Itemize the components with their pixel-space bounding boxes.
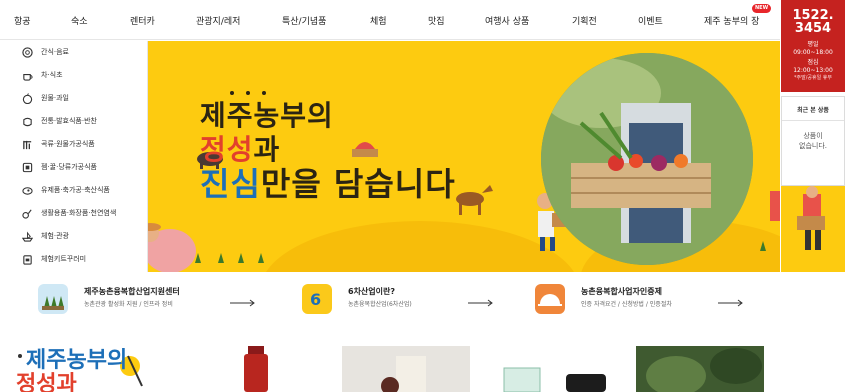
hero-line-3: 진심만을 담습니다 bbox=[200, 167, 456, 201]
category-item-honey[interactable]: 젬·꿀·당류가공식품 bbox=[0, 156, 148, 178]
nav-item-experience[interactable]: 체험 bbox=[370, 14, 387, 27]
product-card-serum[interactable] bbox=[240, 346, 280, 392]
hero-line-3-highlight: 진심 bbox=[200, 165, 261, 203]
nav-item-rentcar[interactable]: 렌터카 bbox=[130, 14, 155, 27]
recently-viewed-title: 최근 본 상품 bbox=[782, 97, 844, 121]
product-card-gift-set[interactable] bbox=[342, 346, 470, 392]
holiday-note: *주말/공휴일 휴무 bbox=[794, 75, 832, 81]
category-item-fruit[interactable]: 원물·과일 bbox=[0, 87, 148, 109]
six-icon: 6 bbox=[302, 284, 332, 314]
category-menu: 간식·음료 차·식초 원물·과일 전통·발효식품·반찬 곡류·원물가공식품 젬·… bbox=[0, 41, 148, 272]
info-title: 6차산업이란? bbox=[348, 287, 396, 296]
category-label: 체험·관광 bbox=[41, 232, 69, 240]
plants-icon bbox=[38, 284, 68, 314]
category-label: 전통·발효식품·반찬 bbox=[41, 117, 97, 125]
promo-line-2: 정성과 bbox=[16, 372, 77, 392]
nav-item-restaurants[interactable]: 맛집 bbox=[428, 14, 445, 27]
category-label: 체험키트꾸러미 bbox=[41, 255, 87, 263]
info-card-6th-industry[interactable]: 6 6차산업이란? 농촌융복합산업(6차산업) bbox=[302, 282, 502, 318]
category-item-dairy[interactable]: 유제품·축가공·축산식품 bbox=[0, 179, 148, 201]
honey-icon bbox=[22, 162, 33, 172]
svg-text:6: 6 bbox=[310, 290, 321, 309]
recently-viewed-panel: 최근 본 상품 상품이 없습니다. bbox=[781, 96, 845, 186]
arrow-right-icon bbox=[230, 299, 255, 307]
hero-photo bbox=[541, 53, 753, 265]
info-card-certification[interactable]: 농촌융복합사업자인증제 인증 자격요건 / 신청방법 / 인증절차 bbox=[535, 282, 765, 318]
info-title: 농촌융복합사업자인증제 bbox=[581, 287, 662, 296]
category-item-experience[interactable]: 체험·관광 bbox=[0, 225, 148, 247]
product-card-supplements[interactable] bbox=[490, 346, 616, 392]
side-banner-illustration bbox=[797, 186, 825, 250]
category-item-fermented[interactable]: 전통·발효식품·반찬 bbox=[0, 110, 148, 132]
grain-icon bbox=[23, 140, 32, 149]
new-badge: NEW bbox=[752, 4, 772, 13]
weekday-label: 평일 bbox=[807, 41, 819, 48]
info-subtitle: 농촌관광 활성화 지원 / 인프라 정비 bbox=[84, 301, 173, 308]
nav-item-souvenirs[interactable]: 특산/기념품 bbox=[282, 14, 326, 27]
category-item-tea[interactable]: 차·식초 bbox=[0, 64, 148, 86]
category-label: 간식·음료 bbox=[41, 48, 69, 56]
sunrise-icon bbox=[535, 284, 565, 314]
nav-item-exhibitions[interactable]: 기획전 bbox=[572, 14, 597, 27]
category-item-snacks[interactable]: 간식·음료 bbox=[0, 41, 148, 63]
category-item-grain[interactable]: 곡류·원물가공식품 bbox=[0, 133, 148, 155]
phone-number-part1: 1522. bbox=[792, 8, 834, 23]
phone-number-part2: 3454 bbox=[794, 21, 832, 36]
top-navigation: 항공 숙소 렌터카 관광지/레저 특산/기념품 체험 맛집 여행사 상품 기획전… bbox=[0, 0, 780, 40]
arrow-right-icon bbox=[468, 299, 493, 307]
product-image bbox=[636, 346, 764, 392]
nav-item-agency-products[interactable]: 여행사 상품 bbox=[485, 14, 529, 27]
arrow-right-icon bbox=[718, 299, 743, 307]
hero-line-2: 정성과 bbox=[200, 133, 456, 167]
recently-viewed-empty-2: 없습니다. bbox=[799, 142, 827, 150]
product-image bbox=[244, 346, 268, 392]
product-image bbox=[342, 346, 470, 392]
info-subtitle: 농촌융복합산업(6차산업) bbox=[348, 301, 412, 308]
nav-item-flights[interactable]: 항공 bbox=[14, 14, 31, 27]
category-item-cosmetics[interactable]: 생활용품·화장품·천연염색 bbox=[0, 202, 148, 224]
side-banner[interactable] bbox=[781, 186, 845, 272]
category-label: 차·식초 bbox=[41, 71, 63, 79]
meat-icon bbox=[22, 186, 33, 195]
hero-line-1: 제주농부의 bbox=[200, 99, 334, 132]
lunch-label: 점심 bbox=[807, 59, 819, 66]
customer-center-box: 1522. 3454 평일 09:00~18:00 점심 12:00~13:00… bbox=[781, 0, 845, 92]
fruit-icon bbox=[22, 92, 33, 104]
category-label: 원물·과일 bbox=[41, 94, 69, 102]
boat-icon bbox=[22, 230, 33, 242]
recently-viewed-empty-1: 상품이 bbox=[803, 132, 823, 140]
category-label: 생활용품·화장품·천연염색 bbox=[41, 209, 117, 217]
donut-icon bbox=[22, 46, 33, 58]
category-item-kits[interactable]: 체험키트꾸러미 bbox=[0, 248, 148, 270]
hero-headline: 제주농부의 정성과 진심만을 담습니다 bbox=[200, 99, 456, 201]
teapot-icon bbox=[23, 73, 33, 81]
promo-card[interactable]: 제주농부의 정성과 bbox=[10, 346, 160, 392]
hero-line-3-bold: 담습니다 bbox=[333, 165, 456, 203]
category-label: 유제품·축가공·축산식품 bbox=[41, 186, 110, 194]
nav-item-attractions[interactable]: 관광지/레저 bbox=[196, 14, 240, 27]
hero-line-2-highlight: 정성 bbox=[200, 133, 254, 166]
jar-icon bbox=[23, 117, 32, 126]
hero-line-2-rest: 과 bbox=[253, 133, 281, 166]
nav-item-farmers-market[interactable]: 제주 농부의 장 bbox=[704, 14, 759, 27]
nav-item-lodging[interactable]: 숙소 bbox=[71, 14, 88, 27]
info-subtitle: 인증 자격요건 / 신청방법 / 인증절차 bbox=[581, 301, 672, 308]
info-title: 제주농촌융복합산업지원센터 bbox=[84, 287, 180, 296]
product-card-citrus[interactable] bbox=[636, 346, 764, 392]
category-label: 곡류·원물가공식품 bbox=[41, 140, 95, 148]
category-label: 젬·꿀·당류가공식품 bbox=[41, 163, 97, 171]
hero-line-3-rest: 만을 bbox=[260, 165, 334, 203]
info-card-center[interactable]: 제주농촌융복합산업지원센터 농촌관광 활성화 지원 / 인프라 정비 bbox=[38, 282, 268, 318]
cosmetic-icon bbox=[22, 209, 32, 219]
lunch-hours: 12:00~13:00 bbox=[793, 67, 833, 74]
weekday-hours: 09:00~18:00 bbox=[793, 49, 833, 56]
product-image bbox=[490, 346, 616, 392]
kit-icon bbox=[23, 254, 32, 265]
nav-item-events[interactable]: 이벤트 bbox=[638, 14, 663, 27]
